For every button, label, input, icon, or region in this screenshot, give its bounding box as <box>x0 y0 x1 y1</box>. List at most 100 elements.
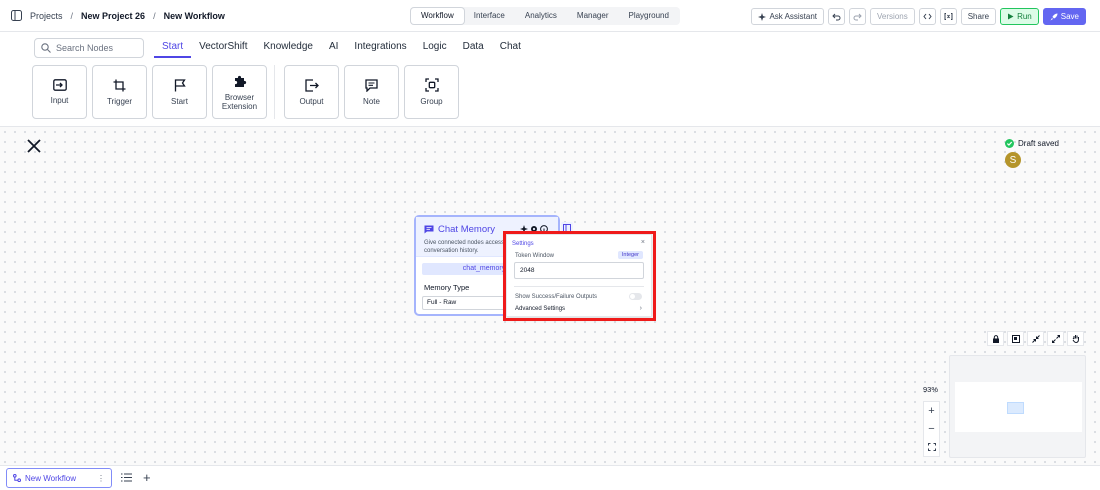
category-integrations[interactable]: Integrations <box>346 38 414 58</box>
output-icon <box>304 78 319 92</box>
undo-button[interactable] <box>828 8 846 25</box>
chat-icon <box>424 225 434 234</box>
lock-icon <box>992 334 999 343</box>
brackets-icon <box>944 13 953 20</box>
crop-icon <box>113 79 126 91</box>
search-icon <box>41 43 51 53</box>
collapse-icon <box>1031 334 1040 343</box>
workflow-tab-label: New Workflow <box>25 473 76 483</box>
breadcrumb-projects[interactable]: Projects <box>30 11 63 21</box>
main-tabs: Workflow Interface Analytics Manager Pla… <box>410 7 680 25</box>
breadcrumb-workflow[interactable]: New Workflow <box>164 11 225 21</box>
run-button[interactable]: Run <box>1000 8 1039 25</box>
check-circle-icon <box>1005 139 1014 148</box>
undo-icon <box>832 13 841 20</box>
note-icon <box>365 78 378 92</box>
category-vectorshift[interactable]: VectorShift <box>191 38 255 58</box>
fit-view-button[interactable] <box>924 438 939 456</box>
more-icon[interactable]: ⋮ <box>97 474 105 483</box>
avatar[interactable]: S <box>1005 152 1021 168</box>
expand-button[interactable] <box>1047 331 1064 346</box>
memory-type-label: Memory Type <box>424 283 470 292</box>
tile-label: Start <box>171 96 188 106</box>
tile-label: Note <box>363 96 380 106</box>
save-button[interactable]: Save <box>1042 8 1086 25</box>
breadcrumb-separator: / <box>153 10 156 21</box>
workflow-icon <box>13 474 21 482</box>
tab-playground[interactable]: Playground <box>618 8 678 24</box>
tile-label: Input <box>50 96 69 105</box>
tab-interface[interactable]: Interface <box>464 8 515 24</box>
save-label: Save <box>1060 12 1079 21</box>
input-icon <box>52 79 67 91</box>
breadcrumb-project[interactable]: New Project 26 <box>81 11 145 21</box>
zoom-controls: + − <box>923 401 940 457</box>
tile-label: Output <box>299 96 324 106</box>
search-nodes-input[interactable]: Search Nodes <box>34 38 144 58</box>
minimap[interactable] <box>949 355 1086 458</box>
lock-button[interactable] <box>987 331 1004 346</box>
tile-label: Browser Extension <box>221 92 258 111</box>
canvas-controls <box>987 331 1084 346</box>
sidebar-toggle-icon[interactable] <box>10 10 22 22</box>
versions-button[interactable]: Versions <box>870 8 915 25</box>
pan-button[interactable] <box>1067 331 1084 346</box>
sparkle-icon <box>758 12 767 21</box>
category-chat[interactable]: Chat <box>492 38 529 58</box>
tile-input[interactable]: Input <box>32 65 87 119</box>
collapse-button[interactable] <box>1027 331 1044 346</box>
draft-status: Draft saved <box>1005 139 1059 148</box>
run-label: Run <box>1017 12 1032 21</box>
node-toolbar: Search Nodes Start VectorShift Knowledge… <box>0 32 1100 127</box>
tile-trigger[interactable]: Trigger <box>92 65 147 119</box>
tile-start[interactable]: Start <box>152 65 207 119</box>
add-workflow-button[interactable]: + <box>143 470 151 485</box>
tile-note[interactable]: Note <box>344 65 399 119</box>
category-ai[interactable]: AI <box>321 38 346 58</box>
zoom-in-button[interactable]: + <box>924 402 939 420</box>
flag-icon <box>174 78 186 91</box>
ask-assistant-button[interactable]: Ask Assistant <box>751 8 825 25</box>
highlight-box <box>503 231 656 321</box>
category-start[interactable]: Start <box>154 38 192 58</box>
share-button[interactable]: Share <box>960 8 997 25</box>
play-icon <box>1008 13 1014 20</box>
node-title-label: Chat Memory <box>438 224 496 235</box>
tab-analytics[interactable]: Analytics <box>515 8 567 24</box>
fit-view-icon <box>927 443 936 451</box>
map-icon <box>1011 334 1020 343</box>
tile-divider <box>274 65 279 119</box>
workflow-tab[interactable]: New Workflow ⋮ <box>6 468 112 488</box>
code-button[interactable] <box>918 8 936 25</box>
category-knowledge[interactable]: Knowledge <box>255 38 320 58</box>
variables-button[interactable] <box>939 8 957 25</box>
category-data[interactable]: Data <box>455 38 492 58</box>
node-tiles: Input Trigger Start Browser Extension Ou… <box>32 65 459 119</box>
redo-icon <box>853 13 862 20</box>
tile-output[interactable]: Output <box>284 65 339 119</box>
bottom-bar: New Workflow ⋮ + <box>0 465 1100 490</box>
tile-browser-extension[interactable]: Browser Extension <box>212 65 267 119</box>
search-placeholder: Search Nodes <box>56 43 114 53</box>
top-actions: Ask Assistant Versions Share Run Save <box>751 8 1086 25</box>
code-icon <box>923 13 932 20</box>
redo-button[interactable] <box>849 8 867 25</box>
hand-icon <box>1072 335 1079 343</box>
minimap-button[interactable] <box>1007 331 1024 346</box>
draft-status-label: Draft saved <box>1018 139 1059 148</box>
list-icon[interactable] <box>121 473 132 482</box>
category-logic[interactable]: Logic <box>415 38 455 58</box>
node-categories: Start VectorShift Knowledge AI Integrati… <box>154 38 529 58</box>
tab-manager[interactable]: Manager <box>567 8 619 24</box>
puzzle-icon <box>234 75 246 87</box>
zoom-out-button[interactable]: − <box>924 420 939 438</box>
tab-workflow[interactable]: Workflow <box>411 8 464 24</box>
node-description: Give connected nodes access to conversat… <box>424 240 511 254</box>
close-icon[interactable] <box>26 138 42 154</box>
ask-assistant-label: Ask Assistant <box>769 12 818 21</box>
zoom-level: 93% <box>923 385 939 394</box>
tile-group[interactable]: Group <box>404 65 459 119</box>
group-icon <box>424 78 439 92</box>
breadcrumb-separator: / <box>70 10 74 21</box>
minimap-viewport <box>955 382 1082 432</box>
